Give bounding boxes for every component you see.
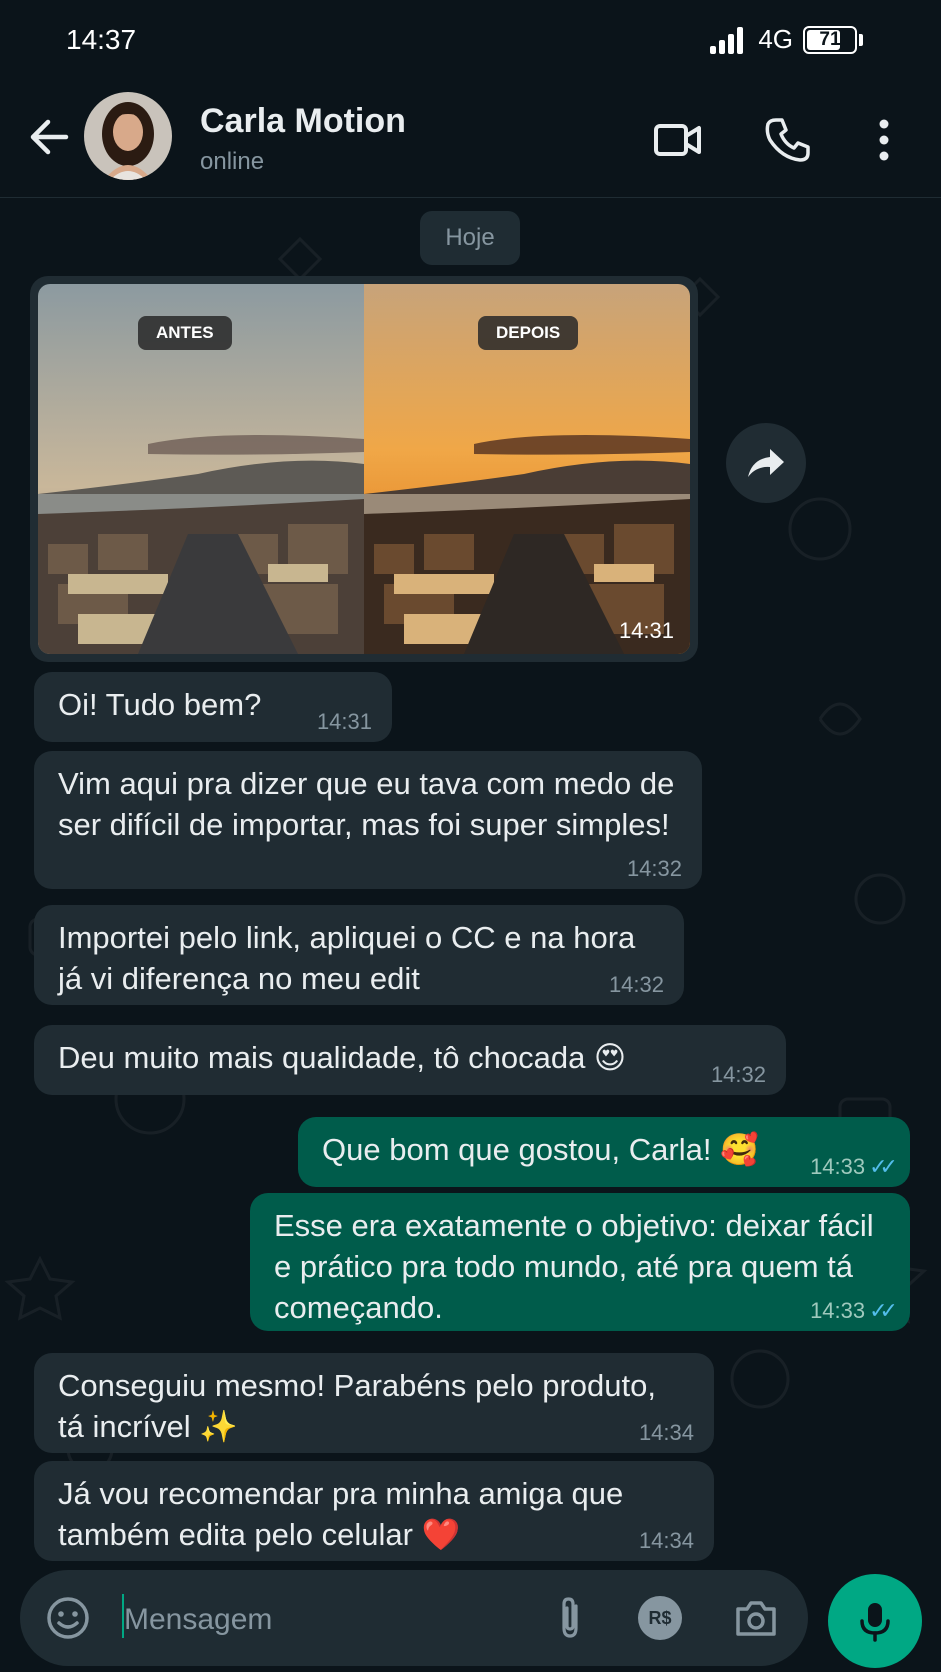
message-text: Deu muito mais qualidade, tô chocada 😍 (58, 1040, 627, 1075)
message-time: 14:33 (810, 1298, 866, 1323)
microphone-button[interactable] (828, 1574, 922, 1668)
message-composer: R$ (20, 1570, 808, 1666)
contact-status: online (200, 148, 265, 175)
message-text: Conseguiu mesmo! Parabéns pelo produto, … (58, 1368, 656, 1444)
message-time: 14:32 (710, 1062, 766, 1087)
message-bubble-incoming[interactable]: Oi! Tudo bem? 14:31 (34, 672, 392, 742)
message-time: 14:34 (638, 1420, 694, 1445)
message-meta: 14:33 ✓✓ (810, 1298, 898, 1323)
video-call-icon[interactable] (652, 114, 704, 166)
status-indicators: 4G 71 (708, 24, 863, 55)
message-text: Já vou recomendar pra minha amiga que ta… (58, 1476, 624, 1552)
payment-label: R$ (648, 1607, 672, 1628)
message-time: 14:31 (316, 709, 372, 734)
chat-header: Carla Motion online (0, 84, 941, 198)
message-text: Vim aqui pra dizer que eu tava com medo … (58, 766, 675, 842)
before-after-photo[interactable]: ANTES DEPOIS 14:31 (38, 284, 690, 654)
paperclip-icon[interactable] (546, 1594, 594, 1642)
message-time: 14:33 (810, 1154, 866, 1179)
message-bubble-incoming[interactable]: Já vou recomendar pra minha amiga que ta… (34, 1461, 714, 1561)
battery-percentage: 71 (819, 28, 841, 50)
more-options-icon[interactable] (858, 114, 910, 166)
back-arrow-icon[interactable] (26, 114, 72, 160)
message-time: 14:34 (638, 1528, 694, 1553)
message-time: 14:32 (626, 856, 682, 881)
message-bubble-outgoing[interactable]: Que bom que gostou, Carla! 🥰 14:33 ✓✓ (298, 1117, 910, 1187)
microphone-icon (860, 1603, 890, 1642)
message-time: 14:32 (608, 972, 664, 997)
message-bubble-outgoing[interactable]: Esse era exatamente o objetivo: deixar f… (250, 1193, 910, 1331)
message-bubble-incoming[interactable]: Importei pelo link, apliquei o CC e na h… (34, 905, 684, 1005)
payment-icon[interactable]: R$ (638, 1596, 682, 1640)
status-bar: 14:37 4G 71 (0, 0, 941, 84)
avatar[interactable] (84, 92, 172, 180)
after-label: DEPOIS (478, 316, 579, 350)
image-message[interactable]: ANTES DEPOIS 14:31 (30, 276, 698, 662)
message-meta: 14:33 ✓✓ (810, 1154, 898, 1179)
message-input[interactable] (124, 1600, 504, 1640)
media-time: 14:31 (618, 618, 674, 643)
status-time: 14:37 (66, 24, 137, 55)
read-receipt-icon: ✓✓ (869, 1298, 898, 1323)
message-bubble-incoming[interactable]: Conseguiu mesmo! Parabéns pelo produto, … (34, 1353, 714, 1453)
network-type: 4G (758, 24, 793, 54)
emoji-icon[interactable] (44, 1594, 92, 1642)
phone-icon[interactable] (762, 114, 814, 166)
battery-icon: 71 (803, 25, 857, 54)
camera-icon[interactable] (732, 1594, 780, 1642)
forward-icon (748, 449, 784, 477)
photo-after: DEPOIS 14:31 (364, 284, 690, 654)
message-bubble-incoming[interactable]: Vim aqui pra dizer que eu tava com medo … (34, 751, 702, 889)
before-label: ANTES (138, 316, 232, 350)
message-text: Que bom que gostou, Carla! 🥰 (322, 1132, 759, 1167)
message-text: Importei pelo link, apliquei o CC e na h… (58, 920, 636, 996)
signal-icon (710, 26, 744, 54)
avatar-photo (84, 92, 172, 180)
chat-area[interactable]: Hoje ANTES DEPOIS 14:31 Oi! Tudo bem? 14… (0, 199, 941, 1570)
photo-before: ANTES (38, 284, 364, 654)
message-text: Esse era exatamente o objetivo: deixar f… (274, 1208, 874, 1325)
message-bubble-incoming[interactable]: Deu muito mais qualidade, tô chocada 😍 1… (34, 1025, 786, 1095)
forward-button[interactable] (726, 423, 806, 503)
battery-tip (859, 33, 863, 46)
message-text: Oi! Tudo bem? (58, 687, 262, 722)
read-receipt-icon: ✓✓ (869, 1154, 898, 1179)
contact-name[interactable]: Carla Motion (200, 102, 406, 141)
date-chip: Hoje (420, 211, 520, 265)
